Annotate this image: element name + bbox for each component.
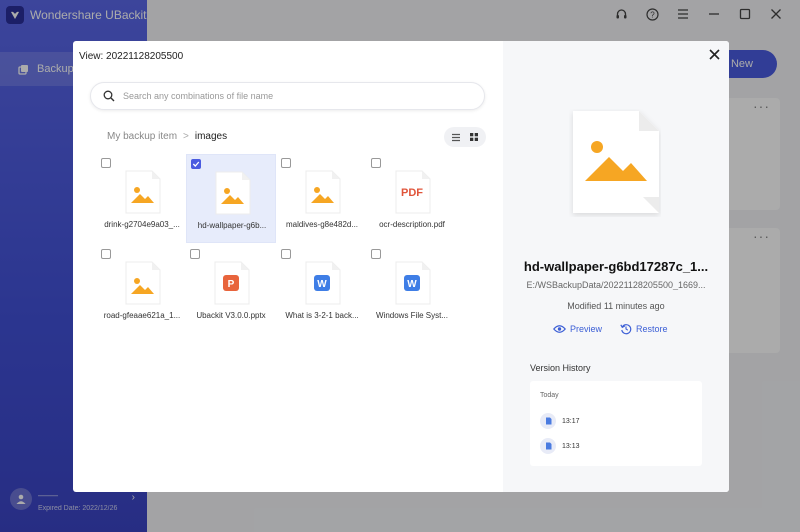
file-name: hd-wallpaper-g6b... <box>197 221 267 230</box>
view-toggle <box>444 127 486 147</box>
pdf-file-icon: PDF <box>395 170 431 214</box>
detail-modified: Modified 11 minutes ago <box>567 301 665 311</box>
pptx-badge: P <box>228 279 235 290</box>
file-name: Ubackit V3.0.0.pptx <box>196 311 266 320</box>
file-checkbox[interactable] <box>191 159 201 169</box>
breadcrumb-current: images <box>194 131 228 142</box>
file-name: What is 3-2-1 back... <box>285 311 359 320</box>
version-history-list: Today 13:17 13:13 <box>530 381 702 466</box>
grid-view-icon[interactable] <box>466 130 482 144</box>
file-item[interactable]: W Windows File Syst... <box>367 245 457 334</box>
version-time: 13:13 <box>562 442 580 450</box>
version-item[interactable]: 13:13 <box>540 438 580 454</box>
file-item[interactable]: hd-wallpaper-g6b... <box>186 154 276 243</box>
restore-icon <box>620 324 632 335</box>
version-group-today: Today <box>540 392 559 399</box>
file-name: ocr-description.pdf <box>379 220 445 229</box>
file-checkbox[interactable] <box>371 249 381 259</box>
file-checkbox[interactable] <box>281 158 291 168</box>
view-backup-dialog: View: 20221128205500 My backup item > im… <box>73 41 729 492</box>
file-name: maldives-g8e482d... <box>285 220 359 229</box>
restore-button[interactable]: Restore <box>620 323 668 335</box>
docx-file-icon: W <box>395 261 431 305</box>
version-time: 13:17 <box>562 417 580 425</box>
version-history-title: Version History <box>530 363 591 373</box>
file-name: road-gfeaae621a_1... <box>103 311 181 320</box>
file-checkbox[interactable] <box>281 249 291 259</box>
close-icon[interactable] <box>707 47 721 61</box>
pptx-file-icon: P <box>214 261 250 305</box>
docx-file-icon: W <box>305 261 341 305</box>
file-name: drink-g2704e9a03_... <box>104 220 180 229</box>
file-name: Windows File Syst... <box>375 311 448 320</box>
image-file-icon <box>215 171 251 215</box>
list-view-icon[interactable] <box>448 130 464 144</box>
docx-badge: W <box>317 279 327 290</box>
search-bar[interactable] <box>90 82 485 110</box>
detail-file-name: hd-wallpaper-g6bd17287c_1... <box>523 259 709 274</box>
breadcrumb-root[interactable]: My backup item <box>107 131 177 142</box>
file-item[interactable]: P Ubackit V3.0.0.pptx <box>186 245 276 334</box>
pdf-badge: PDF <box>401 187 423 199</box>
file-item[interactable]: road-gfeaae621a_1... <box>97 245 187 334</box>
file-item[interactable]: PDF ocr-description.pdf <box>367 154 457 243</box>
image-file-icon <box>125 170 161 214</box>
preview-label: Preview <box>570 324 603 334</box>
file-checkbox[interactable] <box>101 249 111 259</box>
file-checkbox[interactable] <box>371 158 381 168</box>
version-file-icon <box>540 413 556 429</box>
version-item[interactable]: 13:17 <box>540 413 580 429</box>
file-item[interactable]: drink-g2704e9a03_... <box>97 154 187 243</box>
image-file-icon <box>125 261 161 305</box>
search-input[interactable] <box>123 91 463 101</box>
breadcrumb: My backup item > images <box>107 131 227 142</box>
file-checkbox[interactable] <box>190 249 200 259</box>
image-preview-icon <box>573 111 659 213</box>
file-checkbox[interactable] <box>101 158 111 168</box>
preview-button[interactable]: Preview <box>553 323 602 335</box>
restore-label: Restore <box>636 324 668 334</box>
detail-file-path: E:/WSBackupData/20221128205500_1669... <box>526 280 706 290</box>
dialog-title: View: 20221128205500 <box>79 51 184 62</box>
docx-badge: W <box>407 279 417 290</box>
breadcrumb-separator: > <box>183 131 189 142</box>
file-item[interactable]: maldives-g8e482d... <box>277 154 367 243</box>
version-file-icon <box>540 438 556 454</box>
file-detail-panel: hd-wallpaper-g6bd17287c_1... E:/WSBackup… <box>503 41 729 492</box>
detail-actions: Preview Restore <box>553 323 668 335</box>
eye-icon <box>553 325 566 333</box>
search-icon <box>103 90 115 102</box>
file-item[interactable]: W What is 3-2-1 back... <box>277 245 367 334</box>
image-file-icon <box>305 170 341 214</box>
